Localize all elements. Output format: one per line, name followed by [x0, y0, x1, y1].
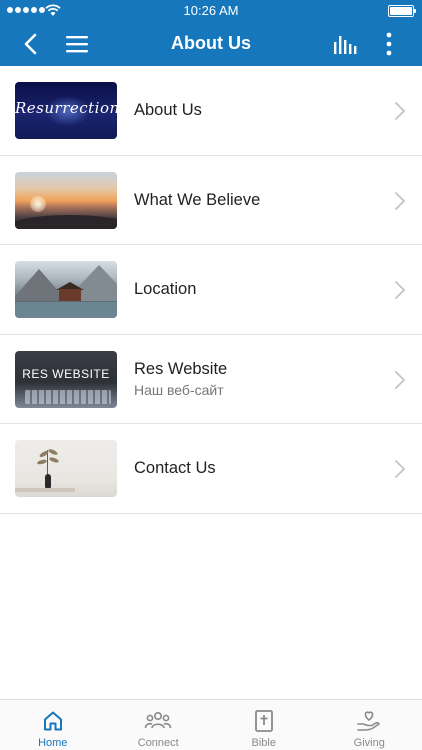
list-item-contact-us[interactable]: Contact Us	[0, 424, 422, 514]
list-item-title: Location	[134, 280, 197, 299]
status-time: 10:26 AM	[183, 3, 239, 18]
list-item-what-we-believe[interactable]: What We Believe	[0, 156, 422, 246]
list-item-res-website[interactable]: RES WEBSITE Res Website Наш веб-сайт	[0, 335, 422, 425]
status-bar: 10:26 AM	[0, 0, 422, 22]
chevron-right-icon	[395, 102, 406, 120]
sunset-thumbnail	[15, 171, 117, 229]
tab-giving[interactable]: Giving	[317, 700, 422, 750]
home-icon	[43, 711, 62, 731]
giving-hand-heart-icon	[357, 711, 381, 731]
tab-label: Home	[38, 737, 68, 749]
website-thumbnail: RES WEBSITE	[15, 350, 117, 408]
chevron-right-icon	[395, 281, 406, 300]
list-item-title: Contact Us	[134, 459, 216, 478]
vase-thumbnail	[15, 440, 117, 498]
tab-connect[interactable]: Connect	[106, 700, 212, 750]
tab-bible[interactable]: Bible	[211, 700, 317, 750]
audio-bars-icon[interactable]	[332, 32, 358, 56]
list-item-title: What We Believe	[134, 190, 261, 209]
tab-label: Bible	[251, 737, 276, 749]
list-item-location[interactable]: Location	[0, 245, 422, 335]
navigation-bar: About Us	[0, 22, 422, 66]
bible-icon	[254, 710, 273, 732]
top-bar: 10:26 AM About Us	[0, 0, 422, 66]
tab-bar: Home Connect Bible Giving	[0, 699, 422, 750]
list-item-title: About Us	[134, 101, 202, 119]
menu-list: Resurrection About Us What We Believe Lo…	[0, 66, 422, 514]
tab-label: Giving	[353, 737, 385, 749]
more-vertical-icon[interactable]	[378, 30, 400, 58]
chevron-right-icon	[395, 460, 406, 479]
chevron-right-icon	[395, 191, 406, 210]
people-icon	[144, 711, 172, 729]
tab-home[interactable]: Home	[0, 700, 106, 750]
chevron-right-icon	[395, 370, 406, 389]
lake-house-thumbnail	[15, 261, 117, 319]
resurrection-thumbnail: Resurrection	[15, 82, 117, 139]
list-item-title: Res Website	[134, 360, 228, 379]
tab-label: Connect	[137, 737, 179, 749]
list-item-subtitle: Наш веб-сайт	[134, 382, 224, 399]
hamburger-menu-icon[interactable]	[64, 32, 90, 56]
back-chevron-icon[interactable]	[18, 31, 44, 57]
battery-icon	[388, 5, 416, 17]
list-item-about-us[interactable]: Resurrection About Us	[0, 66, 422, 156]
